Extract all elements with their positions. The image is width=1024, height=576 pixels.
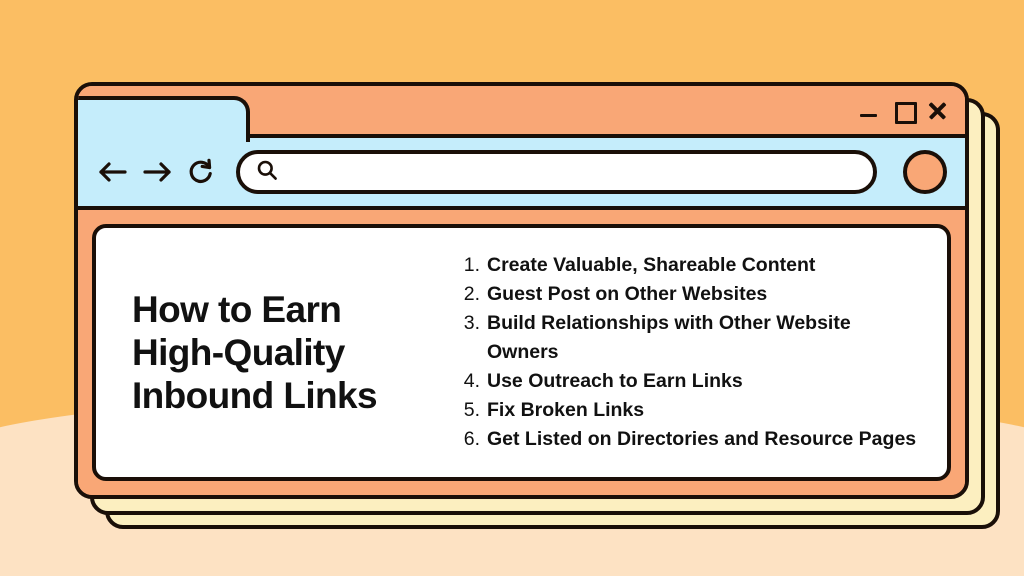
browser-title-bar xyxy=(78,86,965,142)
browser-tab[interactable] xyxy=(78,96,250,142)
tips-list: 1. Create Valuable, Shareable Content 2. Gu… xyxy=(458,251,919,454)
list-item-number: 5. xyxy=(463,399,480,422)
browser-window: How to Earn High-Quality Inbound Links 1… xyxy=(74,82,969,499)
list-item-number: 4. xyxy=(463,370,480,393)
list-item: 6. Get Listed on Directories and Resource… xyxy=(458,425,919,454)
list-item-number: 3. xyxy=(463,311,480,334)
browser-toolbar xyxy=(78,134,965,210)
list-item-number: 6. xyxy=(463,428,480,451)
search-icon xyxy=(256,159,278,186)
list-item: 4. Use Outreach to Earn Links xyxy=(458,367,919,396)
poster-canvas: How to Earn High-Quality Inbound Links 1… xyxy=(0,0,1024,576)
list-item-text: Fix Broken Links xyxy=(487,399,645,422)
list-item: 2. Guest Post on Other Websites xyxy=(458,280,919,309)
list-item-text: Guest Post on Other Websites xyxy=(487,282,768,305)
window-controls xyxy=(859,100,947,124)
list-item: 3. Build Relationships with Other Website… xyxy=(458,309,919,367)
content-card: How to Earn High-Quality Inbound Links 1… xyxy=(92,224,951,481)
reload-icon[interactable] xyxy=(186,157,216,187)
page-title: How to Earn High-Quality Inbound Links xyxy=(132,288,378,417)
search-input[interactable] xyxy=(236,150,877,194)
back-arrow-icon[interactable] xyxy=(98,157,128,187)
list-item: 5. Fix Broken Links xyxy=(458,396,919,425)
list-item-number: 1. xyxy=(463,253,480,276)
forward-arrow-icon[interactable] xyxy=(142,157,172,187)
avatar[interactable] xyxy=(903,150,947,194)
list-item-text: Create Valuable, Shareable Content xyxy=(487,253,816,276)
list-item-text: Build Relationships with Other Website O… xyxy=(487,311,851,363)
list-item: 1. Create Valuable, Shareable Content xyxy=(458,251,919,280)
list-item-text: Use Outreach to Earn Links xyxy=(487,370,743,393)
list-item-number: 2. xyxy=(463,282,480,305)
close-icon[interactable] xyxy=(927,100,947,120)
minimize-icon[interactable] xyxy=(859,100,879,120)
maximize-icon[interactable] xyxy=(893,100,917,124)
list-item-text: Get Listed on Directories and Resource P… xyxy=(487,428,917,451)
browser-content-area: How to Earn High-Quality Inbound Links 1… xyxy=(78,210,965,495)
